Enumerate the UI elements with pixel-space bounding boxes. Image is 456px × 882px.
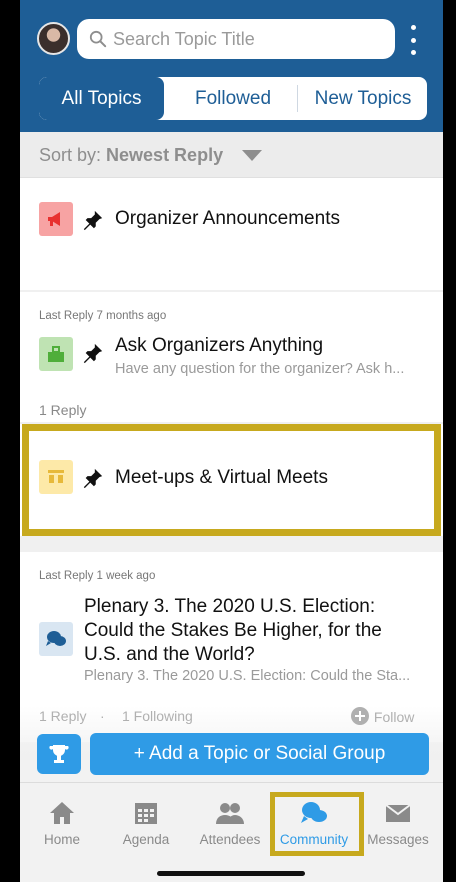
megaphone-icon	[39, 202, 73, 236]
people-icon	[216, 803, 244, 824]
topic-list: Organizer Announcements Last Reply 7 mon…	[20, 178, 443, 760]
topic-title-line-3: U.S. and the World?	[84, 644, 255, 665]
leaderboard-button[interactable]	[37, 734, 81, 774]
pin-icon	[83, 343, 103, 364]
highlight-frame	[22, 424, 441, 536]
sort-label: Sort by: Newest Reply	[39, 145, 224, 165]
topic-filter-tabs: All Topics Followed New Topics	[37, 75, 429, 122]
topic-subtitle: Have any question for the organizer? Ask…	[115, 361, 405, 377]
topic-title-line-1: Plenary 3. The 2020 U.S. Election:	[84, 596, 376, 617]
tab-home[interactable]: Home	[20, 783, 104, 853]
chat-bubbles-icon	[39, 622, 73, 656]
plus-circle-icon	[351, 707, 369, 725]
reply-count: 1 Reply	[39, 708, 87, 724]
home-indicator[interactable]	[157, 871, 305, 876]
pin-icon	[83, 210, 103, 231]
topic-item-organizer-announcements[interactable]: Organizer Announcements	[20, 178, 443, 290]
tab-label: Messages	[367, 832, 429, 847]
tab-attendees[interactable]: Attendees	[188, 783, 272, 853]
calendar-icon	[135, 803, 157, 824]
tab-agenda[interactable]: Agenda	[104, 783, 188, 853]
last-reply-time: Last Reply 1 week ago	[39, 570, 156, 582]
action-bar: + Add a Topic or Social Group	[20, 724, 443, 782]
following-count: 1 Following	[122, 708, 193, 724]
sort-bar[interactable]: Sort by: Newest Reply	[20, 132, 443, 178]
sort-value: Newest Reply	[106, 145, 224, 165]
tab-label: Attendees	[199, 832, 261, 847]
topic-subtitle: Plenary 3. The 2020 U.S. Election: Could…	[84, 668, 411, 684]
topic-title: Ask Organizers Anything	[115, 335, 324, 356]
search-input[interactable]: Search Topic Title	[77, 19, 395, 59]
topic-title-line-2: Could the Stakes Be Higher, for the	[84, 620, 382, 641]
follow-label: Follow	[373, 709, 415, 725]
tab-messages[interactable]: Messages	[356, 783, 440, 853]
highlight-frame	[270, 792, 364, 856]
caret-down-icon	[242, 150, 262, 161]
bottom-tab-bar: Home Agenda Attendees Community Messages	[20, 782, 443, 866]
tab-new-topics[interactable]: New Topics	[298, 77, 427, 120]
separator-dot: ·	[100, 708, 105, 724]
search-placeholder: Search Topic Title	[113, 29, 255, 49]
search-icon	[89, 30, 107, 48]
tab-followed[interactable]: Followed	[169, 77, 297, 120]
header: Search Topic Title All Topics Followed N…	[20, 0, 443, 132]
trophy-icon	[49, 745, 69, 763]
topic-title: Organizer Announcements	[115, 208, 340, 229]
home-icon	[50, 802, 74, 824]
more-options-icon[interactable]	[408, 25, 418, 55]
follow-button[interactable]: Follow	[350, 706, 414, 726]
phone-screen: Search Topic Title All Topics Followed N…	[20, 0, 443, 882]
ask-icon	[39, 337, 73, 371]
envelope-icon	[385, 804, 411, 822]
reply-count: 1 Reply	[39, 402, 87, 418]
topic-item-ask-organizers[interactable]: Last Reply 7 months ago Ask Organizers A…	[20, 292, 443, 422]
tab-label: Home	[43, 832, 80, 847]
tab-all-topics[interactable]: All Topics	[39, 77, 164, 120]
add-topic-button[interactable]: + Add a Topic or Social Group	[90, 733, 429, 775]
tab-label: Agenda	[122, 832, 170, 847]
avatar[interactable]	[37, 22, 70, 55]
last-reply-time: Last Reply 7 months ago	[39, 310, 167, 322]
